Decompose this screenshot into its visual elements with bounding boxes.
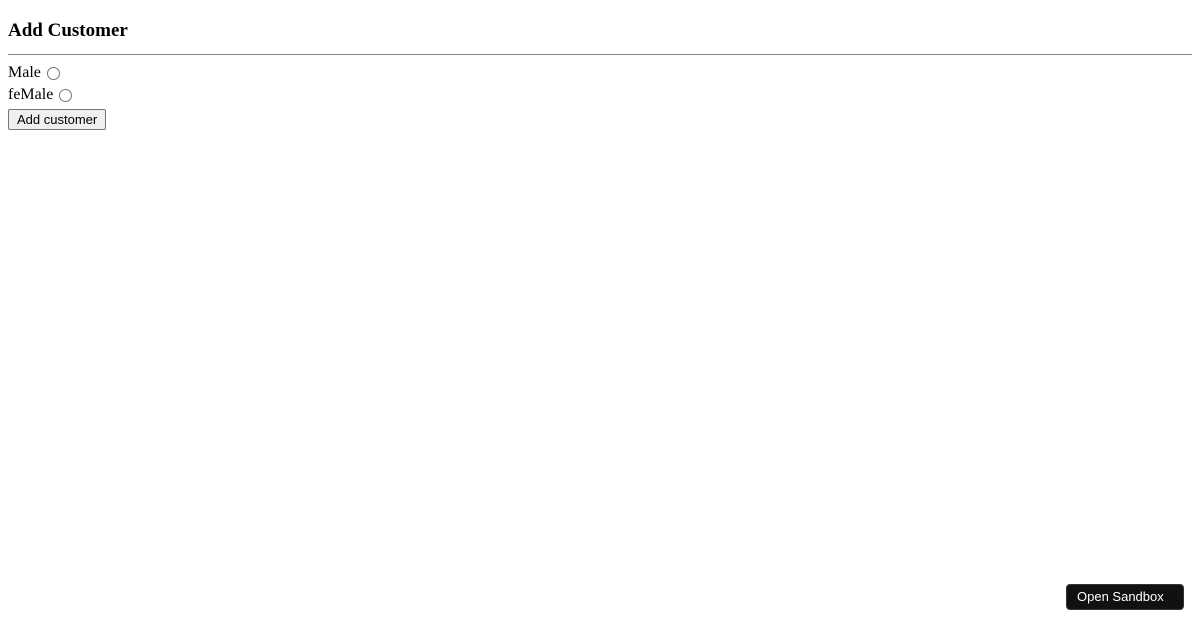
gender-radio-female[interactable] [59,89,72,102]
open-sandbox-button[interactable]: Open Sandbox [1066,584,1184,610]
gender-radio-male[interactable] [47,67,60,80]
gender-label-male: Male [8,64,41,81]
page-title: Add Customer [8,20,1192,42]
gender-row-male: Male [8,63,1192,83]
add-customer-button[interactable]: Add customer [8,109,106,130]
gender-label-female: feMale [8,86,53,103]
gender-row-female: feMale [8,85,1192,105]
divider [8,54,1192,55]
